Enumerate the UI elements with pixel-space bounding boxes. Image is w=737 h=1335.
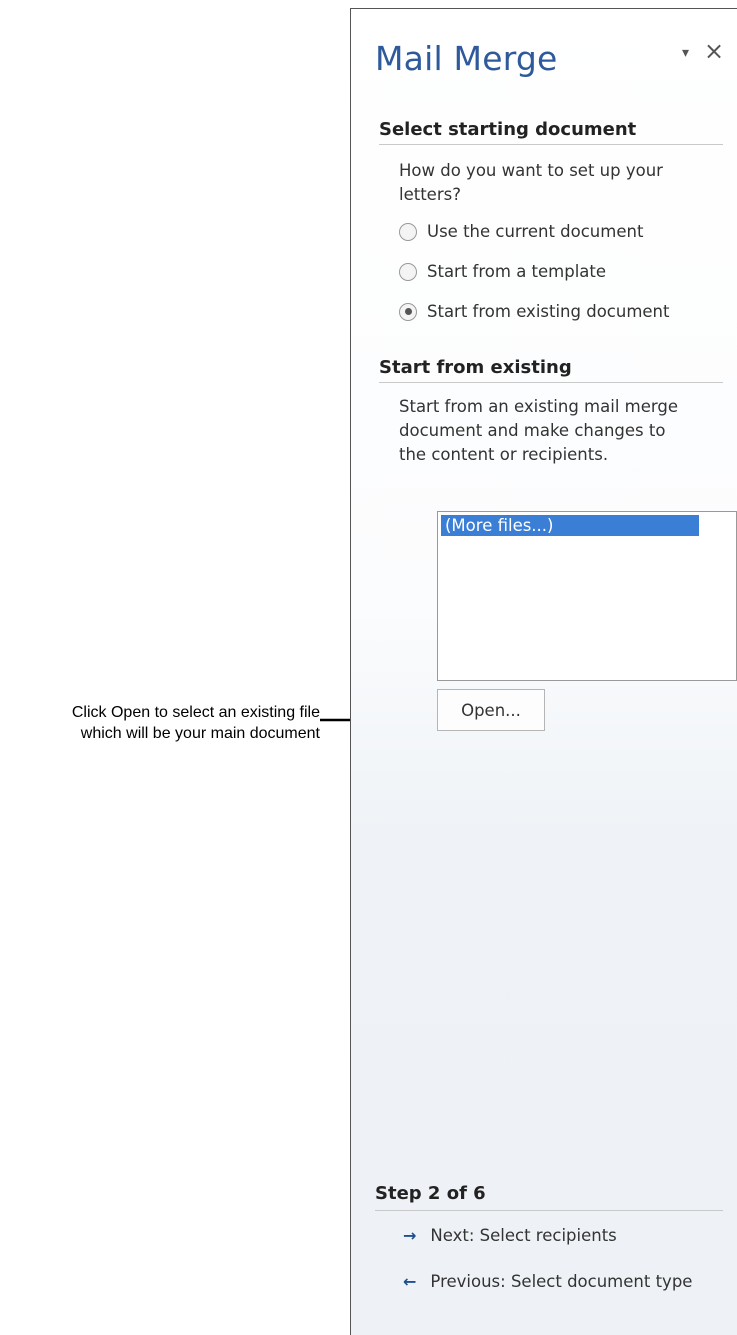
radio-label: Start from existing document: [427, 302, 670, 321]
next-step-link[interactable]: → Next: Select recipients: [403, 1226, 617, 1245]
pane-options-dropdown-icon[interactable]: ▾: [682, 45, 689, 61]
callout-line-1: Click Open to select an existing file: [71, 704, 320, 721]
open-button[interactable]: Open...: [437, 689, 545, 731]
radio-option-existing-document[interactable]: Start from existing document: [399, 302, 669, 321]
start-existing-description: Start from an existing mail merge docume…: [399, 397, 678, 464]
callout-line-2: which will be your main document: [80, 725, 320, 742]
pane-title: Mail Merge: [375, 39, 558, 78]
close-icon[interactable]: ×: [704, 37, 724, 65]
radio-option-current-document[interactable]: Use the current document: [399, 222, 643, 241]
previous-step-link[interactable]: ← Previous: Select document type: [403, 1272, 692, 1291]
radio-label: Use the current document: [427, 222, 644, 241]
section-heading-start-existing: Start from existing: [379, 357, 723, 383]
previous-step-label: Previous: Select document type: [430, 1272, 693, 1291]
step-indicator: Step 2 of 6: [375, 1183, 723, 1211]
radio-button-selected[interactable]: [399, 302, 417, 321]
radio-label: Start from a template: [427, 262, 607, 281]
radio-button[interactable]: [399, 222, 417, 241]
radio-button[interactable]: [399, 262, 417, 281]
section-heading-select-starting: Select starting document: [379, 119, 723, 145]
next-step-label: Next: Select recipients: [430, 1226, 617, 1245]
arrow-left-icon: ←: [403, 1272, 417, 1291]
radio-option-template[interactable]: Start from a template: [399, 262, 606, 281]
file-list[interactable]: (More files...): [437, 511, 737, 681]
callout-annotation: Click Open to select an existing file wh…: [0, 702, 320, 744]
mail-merge-pane: Mail Merge ▾ × Select starting document …: [350, 8, 737, 1335]
list-item-more-files[interactable]: (More files...): [441, 515, 699, 536]
arrow-right-icon: →: [403, 1226, 417, 1245]
setup-question: How do you want to set up your letters?: [399, 161, 663, 204]
